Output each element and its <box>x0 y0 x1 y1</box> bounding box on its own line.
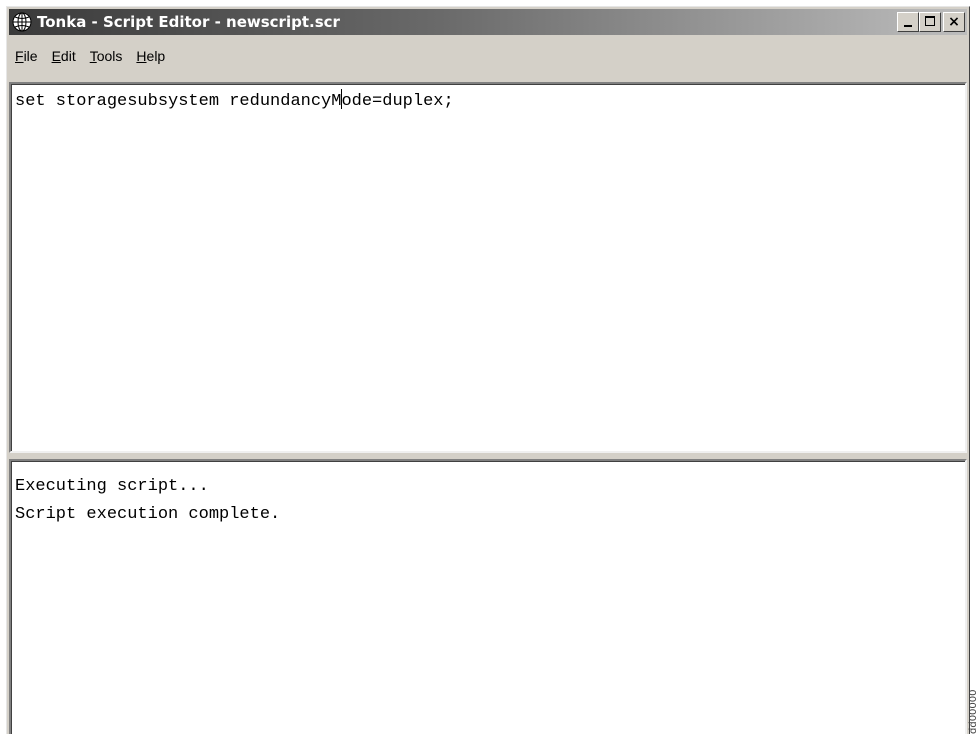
output-line-2: Script execution complete. <box>15 505 281 524</box>
output-pane[interactable]: Executing script... Script execution com… <box>9 459 967 734</box>
minimize-button[interactable] <box>897 12 919 32</box>
menu-file-rest: ile <box>23 48 38 64</box>
menu-tools-rest: ools <box>96 48 123 64</box>
figure-id-label: dd00000 <box>968 689 978 734</box>
maximize-button[interactable] <box>919 12 941 32</box>
menu-edit-accel: E <box>51 48 61 64</box>
menu-tools[interactable]: Tools <box>84 48 129 64</box>
output-line-1: Executing script... <box>15 477 209 496</box>
script-editor-pane[interactable]: set storagesubsystem redundancyMode=dupl… <box>9 82 967 453</box>
close-button[interactable]: × <box>943 12 965 32</box>
menu-help[interactable]: Help <box>130 48 171 64</box>
window-title: Tonka - Script Editor - newscript.scr <box>37 13 340 31</box>
title-bar[interactable]: Tonka - Script Editor - newscript.scr × <box>9 9 967 35</box>
maximize-icon <box>925 16 935 26</box>
editor-line[interactable]: set storagesubsystem redundancyMode=dupl… <box>15 88 454 116</box>
window-controls: × <box>897 12 965 32</box>
menu-edit[interactable]: Edit <box>46 48 82 64</box>
menu-file-accel: F <box>15 48 24 64</box>
editor-text-after-caret: ode=duplex; <box>341 92 454 111</box>
menu-help-rest: elp <box>146 48 166 64</box>
editor-text-before-caret: set storagesubsystem redundancyM <box>15 92 342 111</box>
menu-bar: File Edit Tools Help <box>9 45 967 67</box>
close-icon: × <box>948 14 960 30</box>
globe-icon <box>12 12 32 32</box>
script-editor-window: Tonka - Script Editor - newscript.scr × … <box>6 6 970 734</box>
menu-file[interactable]: File <box>9 48 44 64</box>
menu-tools-accel: T <box>89 48 97 64</box>
menu-edit-rest: dit <box>60 48 76 64</box>
minimize-icon <box>904 25 912 27</box>
menu-help-accel: H <box>136 48 147 64</box>
